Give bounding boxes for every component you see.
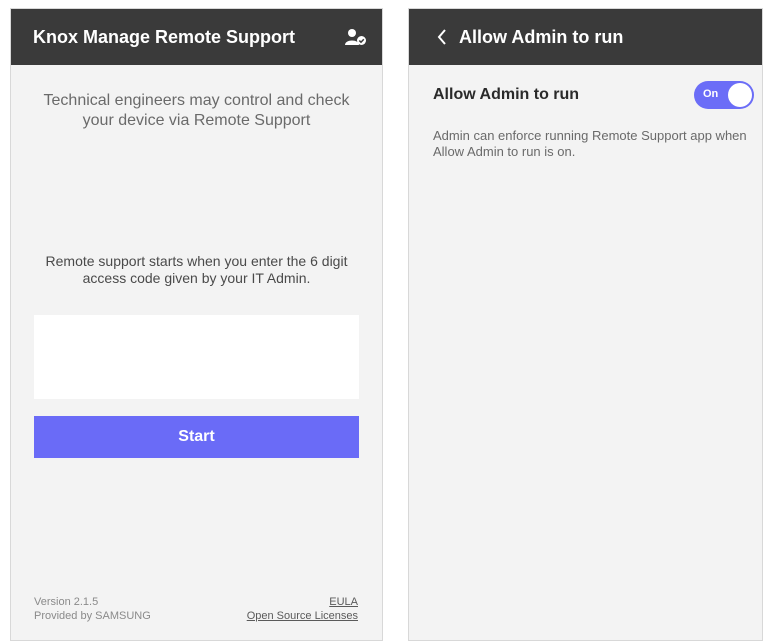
toggle-label: On: [703, 88, 719, 100]
app-title: Allow Admin to run: [459, 26, 624, 47]
person-check-icon[interactable]: [344, 25, 368, 49]
start-button[interactable]: Start: [34, 416, 359, 458]
access-code-instruction: Remote support starts when you enter the…: [45, 253, 348, 286]
intro-text: Technical engineers may control and chec…: [43, 92, 350, 129]
remote-support-screen: Knox Manage Remote Support Technical eng…: [10, 8, 383, 641]
chevron-left-icon[interactable]: [433, 28, 451, 46]
allow-admin-toggle[interactable]: On: [694, 81, 754, 109]
toggle-knob: [728, 83, 752, 107]
eula-link[interactable]: EULA: [247, 595, 358, 609]
footer-info: Version 2.1.5 Provided by SAMSUNG: [34, 595, 151, 623]
footer-links: EULA Open Source Licenses: [247, 595, 358, 623]
app-bar: Knox Manage Remote Support: [11, 9, 382, 65]
allow-admin-screen: Allow Admin to run Allow Admin to run On…: [408, 8, 763, 641]
allow-admin-setting-row[interactable]: Allow Admin to run On: [433, 77, 754, 113]
setting-description: Admin can enforce running Remote Support…: [433, 128, 747, 159]
setting-label: Allow Admin to run: [433, 86, 580, 103]
app-title: Knox Manage Remote Support: [33, 26, 296, 47]
open-source-licenses-link[interactable]: Open Source Licenses: [247, 609, 358, 623]
access-code-input[interactable]: [34, 315, 359, 399]
app-bar: Allow Admin to run: [409, 9, 762, 65]
provider-text: Provided by SAMSUNG: [34, 610, 151, 622]
version-text: Version 2.1.5: [34, 596, 99, 608]
